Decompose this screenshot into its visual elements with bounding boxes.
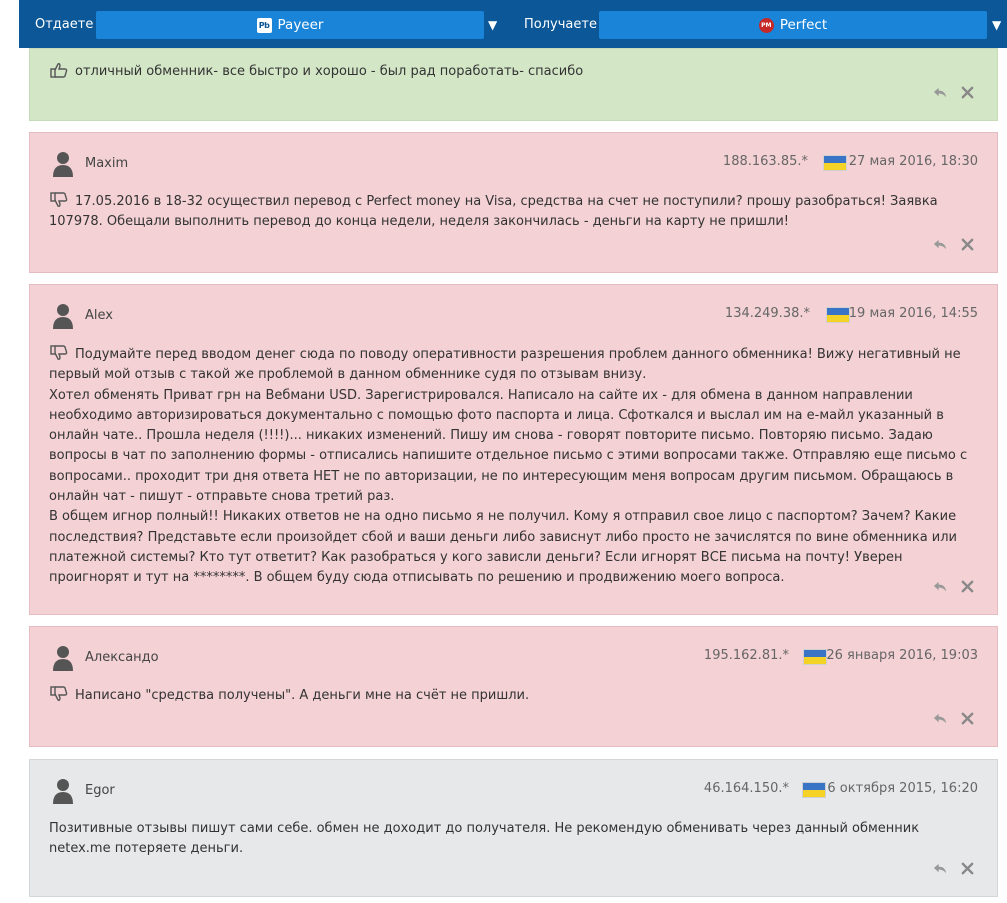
user-icon xyxy=(53,304,73,329)
review-text: Подумайте перед вводом денег сюда по пов… xyxy=(49,345,968,586)
get-dropdown-arrow-icon[interactable]: ▼ xyxy=(992,0,1001,48)
give-currency-select[interactable]: Pb Payeer xyxy=(96,11,484,39)
review-text: Позитивные отзывы пишут сами себе. обмен… xyxy=(49,821,920,857)
thumbs-up-icon xyxy=(50,63,68,78)
review-ip: 46.164.150.* xyxy=(703,781,789,796)
ukraine-flag-icon xyxy=(803,649,827,665)
review-text: Написано "средства получены". А деньги м… xyxy=(49,686,974,706)
review-date: 6 октября 2015, 16:20 xyxy=(827,781,978,796)
review-ip: 195.162.81.* xyxy=(703,648,789,663)
get-currency-select[interactable]: PM Perfect xyxy=(599,11,987,39)
thumbs-down-icon xyxy=(50,686,68,701)
review-author: Maxim xyxy=(85,156,129,171)
close-icon[interactable] xyxy=(960,861,975,876)
review-actions xyxy=(933,861,975,876)
ukraine-flag-icon xyxy=(802,782,826,798)
thumbs-down-icon xyxy=(50,192,68,207)
ukraine-flag-icon xyxy=(823,155,847,171)
review-date: 27 мая 2016, 18:30 xyxy=(848,154,978,169)
review-actions xyxy=(933,85,975,100)
user-icon xyxy=(53,779,73,804)
review-actions xyxy=(933,579,975,594)
review-date: 26 января 2016, 19:03 xyxy=(826,648,978,663)
review-text: 17.05.2016 в 18-32 осуществил перевод с … xyxy=(49,192,938,230)
review-text: отличный обменник- все быстро и хорошо -… xyxy=(49,62,974,82)
review-header: Alex 134.249.38.* 19 мая 2016, 14:55 xyxy=(30,301,997,331)
reply-icon[interactable] xyxy=(933,861,948,876)
ukraine-flag-icon xyxy=(826,307,850,323)
review-author: Александо xyxy=(85,650,159,665)
review-author: Alex xyxy=(85,308,113,323)
review-card: Maxim 188.163.85.* 27 мая 2016, 18:30 17… xyxy=(29,132,998,273)
give-dropdown-arrow-icon[interactable]: ▼ xyxy=(488,0,497,48)
perfect-money-logo-icon: PM xyxy=(758,17,774,33)
thumbs-down-icon xyxy=(50,345,68,360)
review-header: Александо 195.162.81.* 26 января 2016, 1… xyxy=(30,643,997,673)
reply-icon[interactable] xyxy=(933,579,948,594)
review-header: Maxim 188.163.85.* 27 мая 2016, 18:30 xyxy=(30,149,997,179)
review-card: отличный обменник- все быстро и хорошо -… xyxy=(29,48,998,121)
review-date: 19 мая 2016, 14:55 xyxy=(848,306,978,321)
review-actions xyxy=(933,237,975,252)
review-actions xyxy=(933,711,975,726)
reply-icon[interactable] xyxy=(933,237,948,252)
give-currency-value: Payeer xyxy=(277,17,324,33)
review-card: Egor 46.164.150.* 6 октября 2015, 16:20 … xyxy=(29,759,998,897)
review-header: Egor 46.164.150.* 6 октября 2015, 16:20 xyxy=(30,776,997,806)
reply-icon[interactable] xyxy=(933,711,948,726)
get-currency-value: Perfect xyxy=(779,17,828,33)
payeer-logo-icon: Pb xyxy=(256,17,272,33)
review-card: Александо 195.162.81.* 26 января 2016, 1… xyxy=(29,626,998,747)
review-card: Alex 134.249.38.* 19 мая 2016, 14:55 Под… xyxy=(29,284,998,615)
exchange-bar: Отдаете Pb Payeer ▼ Получаете PM Perfect… xyxy=(19,0,1007,48)
user-icon xyxy=(53,646,73,671)
close-icon[interactable] xyxy=(960,579,975,594)
reply-icon[interactable] xyxy=(933,85,948,100)
give-label: Отдаете xyxy=(35,17,94,32)
review-ip: 134.249.38.* xyxy=(724,306,810,321)
get-label: Получаете xyxy=(524,17,597,32)
review-ip: 188.163.85.* xyxy=(722,154,808,169)
user-icon xyxy=(53,152,73,177)
review-author: Egor xyxy=(85,783,115,798)
close-icon[interactable] xyxy=(960,85,975,100)
close-icon[interactable] xyxy=(960,711,975,726)
close-icon[interactable] xyxy=(960,237,975,252)
